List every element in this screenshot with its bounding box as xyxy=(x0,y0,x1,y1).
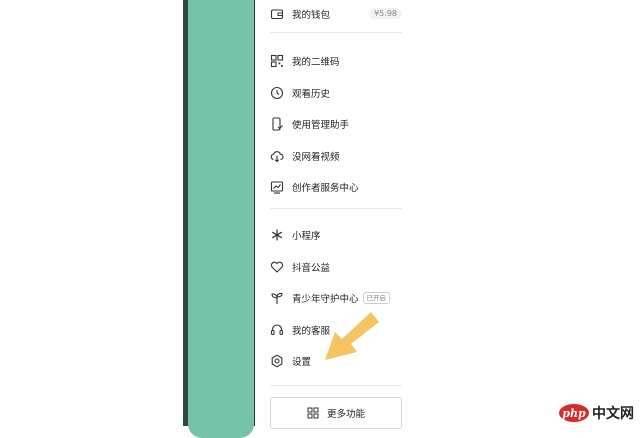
cloud-download-icon xyxy=(270,149,284,163)
phone-check-icon xyxy=(270,117,284,131)
watermark: php 中文网 xyxy=(559,403,634,423)
annotation-arrow-icon xyxy=(325,312,379,360)
divider xyxy=(270,385,402,386)
menu-item-label: 我的二维码 xyxy=(292,57,340,68)
left-blank-area xyxy=(0,0,183,426)
menu-item-offline-video[interactable]: 没网看视频 xyxy=(270,146,410,166)
menu-item-mini-program[interactable]: 小程序 xyxy=(270,225,410,245)
menu-item-label: 没网看视频 xyxy=(292,152,340,163)
headset-icon xyxy=(270,323,284,337)
menu-item-label: 使用管理助手 xyxy=(292,120,350,131)
menu-item-charity[interactable]: 抖音公益 xyxy=(270,257,410,277)
watermark-logo: php xyxy=(559,404,589,422)
menu-item-manager[interactable]: 使用管理助手 xyxy=(270,114,410,134)
clock-icon xyxy=(270,86,284,100)
heart-icon xyxy=(270,260,284,274)
menu-item-label: 设置 xyxy=(292,357,312,368)
qrcode-icon xyxy=(270,54,284,68)
menu-item-label: 抖音公益 xyxy=(292,263,331,274)
menu-item-label: 我的钱包 xyxy=(292,10,331,21)
watermark-text: 中文网 xyxy=(592,406,634,422)
menu-item-label: 观看历史 xyxy=(292,89,331,100)
status-badge: 已开启 xyxy=(362,292,391,304)
wallet-balance: ¥5.98 xyxy=(369,8,402,19)
menu-item-youth-protection[interactable]: 青少年守护中心 已开启 xyxy=(270,288,410,308)
asterisk-icon xyxy=(270,228,284,242)
right-blank-area xyxy=(415,0,640,426)
menu-item-label: 创作者服务中心 xyxy=(292,183,359,194)
more-features-label: 更多功能 xyxy=(326,409,365,420)
menu-item-label: 小程序 xyxy=(292,231,321,242)
menu-item-creator-center[interactable]: 创作者服务中心 xyxy=(270,177,410,197)
redaction-cover xyxy=(188,0,254,438)
sprout-icon xyxy=(270,291,284,305)
chart-screen-icon xyxy=(270,180,284,194)
wallet-icon xyxy=(270,7,284,21)
divider xyxy=(270,32,402,33)
gear-icon xyxy=(270,354,284,368)
grid-icon xyxy=(307,407,319,419)
menu-item-label: 青少年守护中心 xyxy=(292,294,359,305)
divider xyxy=(270,208,402,209)
more-features-button[interactable]: 更多功能 xyxy=(270,397,402,429)
menu-item-wallet[interactable]: 我的钱包 ¥5.98 xyxy=(270,4,410,24)
menu-item-history[interactable]: 观看历史 xyxy=(270,83,410,103)
menu-item-qrcode[interactable]: 我的二维码 xyxy=(270,51,410,71)
